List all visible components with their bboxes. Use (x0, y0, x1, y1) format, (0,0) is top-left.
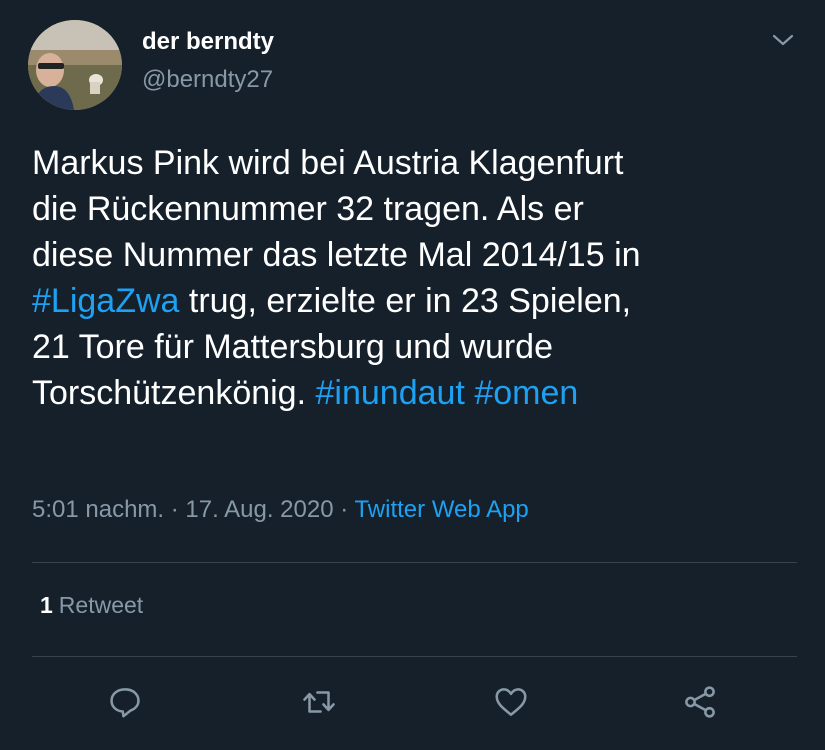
like-button[interactable] (489, 680, 533, 724)
avatar[interactable] (28, 20, 122, 110)
tweet-text: Markus Pink wird bei Austria Klagenfurt … (32, 140, 802, 416)
tweet-line-text: trug, erzielte er in 23 Spielen, (179, 282, 632, 320)
tweet-metadata: 5:01 nachm. · 17. Aug. 2020 · Twitter We… (32, 496, 529, 524)
hashtag-omen[interactable]: #omen (474, 374, 578, 412)
retweet-icon (303, 691, 335, 713)
hashtag-inundaut[interactable]: #inundaut (316, 374, 465, 412)
tweet-source-link[interactable]: Twitter Web App (354, 496, 528, 523)
divider (32, 562, 797, 563)
user-handle[interactable]: @berndty27 (142, 66, 273, 94)
meta-separator: · (164, 496, 186, 523)
retweet-label: Retweet (58, 592, 144, 618)
share-button[interactable] (678, 680, 722, 724)
retweet-count: 1 (40, 592, 53, 618)
hashtag-ligazwa[interactable]: #LigaZwa (32, 282, 179, 320)
tweet-line-text: Torschützenkönig. (32, 374, 316, 412)
heart-icon (495, 688, 527, 716)
retweet-stats[interactable]: 1 Retweet (40, 592, 143, 619)
tweet-line: Torschützenkönig. #inundaut #omen (32, 370, 802, 416)
reply-icon (110, 688, 140, 718)
tweet-line: #LigaZwa trug, erzielte er in 23 Spielen… (32, 278, 802, 324)
retweet-button[interactable] (297, 680, 341, 724)
tweet-line: diese Nummer das letzte Mal 2014/15 in (32, 236, 641, 274)
avatar-photo (28, 20, 122, 110)
chevron-down-icon[interactable] (770, 28, 796, 52)
tweet-line: 21 Tore für Mattersburg und wurde (32, 328, 553, 366)
meta-separator: · (333, 496, 355, 523)
share-icon (685, 686, 715, 718)
display-name[interactable]: der berndty (142, 28, 274, 56)
reply-button[interactable] (103, 680, 147, 724)
tweet-date[interactable]: 17. Aug. 2020 (185, 496, 333, 523)
tweet-line: die Rückennummer 32 tragen. Als er (32, 190, 584, 228)
tweet-time[interactable]: 5:01 nachm. (32, 496, 164, 523)
divider (32, 656, 797, 657)
tweet-line: Markus Pink wird bei Austria Klagenfurt (32, 144, 624, 182)
